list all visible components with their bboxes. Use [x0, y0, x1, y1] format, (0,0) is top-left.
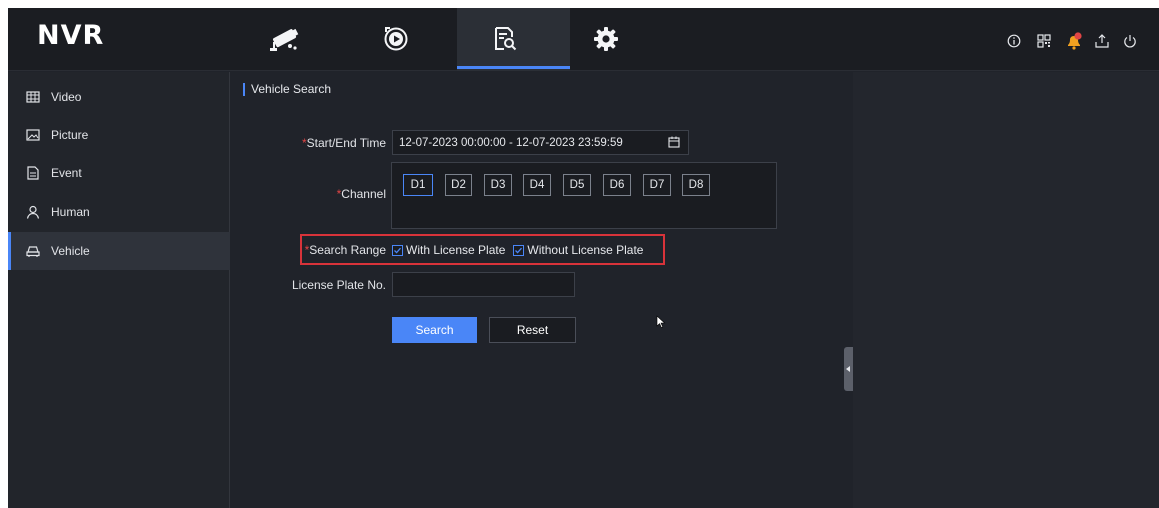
channel-d6[interactable]: D6	[603, 174, 631, 196]
calendar-icon[interactable]	[668, 136, 680, 148]
section-title: Vehicle Search	[243, 83, 331, 96]
channel-d4[interactable]: D4	[523, 174, 551, 196]
power-icon	[1124, 35, 1136, 48]
nav-tab-playback[interactable]	[376, 20, 416, 58]
result-panel	[853, 72, 1159, 508]
with-license-plate-checkbox[interactable]: With License Plate	[392, 243, 505, 257]
vehicle-search-panel: Vehicle Search *Start/End Time 12-07-202…	[231, 72, 848, 508]
reset-button[interactable]: Reset	[489, 317, 576, 343]
without-license-plate-checkbox[interactable]: Without License Plate	[513, 243, 643, 257]
qr-code-icon	[1037, 34, 1051, 48]
nav-tab-settings[interactable]	[586, 20, 626, 58]
sidebar-item-label: Vehicle	[51, 244, 90, 258]
checkbox-checked-icon	[513, 244, 525, 256]
channel-selector: D1 D2 D3 D4 D5 D6 D7 D8	[391, 162, 777, 229]
vehicle-icon	[26, 244, 40, 258]
video-icon	[26, 90, 40, 104]
start-end-time-label: *Start/End Time	[301, 136, 386, 150]
human-icon	[26, 205, 40, 219]
channel-d8[interactable]: D8	[682, 174, 710, 196]
app-logo: NVR	[37, 20, 105, 51]
search-range-options: With License Plate Without License Plate	[392, 243, 643, 257]
start-end-time-input[interactable]: 12-07-2023 00:00:00 - 12-07-2023 23:59:5…	[392, 130, 689, 155]
chevron-left-icon	[846, 366, 850, 372]
sidebar-item-label: Video	[51, 90, 82, 104]
file-search-icon	[495, 27, 517, 51]
alarm-button[interactable]	[1063, 32, 1085, 50]
channel-label: *Channel	[336, 187, 386, 201]
alarm-bell-icon	[1068, 32, 1082, 50]
nav-tab-file-search[interactable]	[485, 20, 525, 58]
sidebar-item-video[interactable]: Video	[8, 78, 230, 116]
power-button[interactable]	[1121, 32, 1139, 50]
search-range-label: *Search Range	[304, 243, 386, 257]
download-button[interactable]	[1093, 32, 1111, 50]
qr-code-button[interactable]	[1035, 32, 1053, 50]
channel-d7[interactable]: D7	[643, 174, 671, 196]
nvr-window: NVR Video Picture Event Human Vehicle Ve…	[8, 8, 1159, 508]
sidebar-item-human[interactable]: Human	[8, 193, 230, 231]
license-plate-label: License Plate No.	[291, 278, 386, 292]
nav-tab-live-view[interactable]	[265, 20, 305, 58]
panel-collapse-handle[interactable]	[844, 347, 853, 391]
start-end-time-value: 12-07-2023 00:00:00 - 12-07-2023 23:59:5…	[399, 136, 623, 149]
info-button[interactable]	[1005, 32, 1023, 50]
sidebar: Video Picture Event Human Vehicle	[8, 72, 230, 508]
channel-d2[interactable]: D2	[445, 174, 472, 196]
sidebar-item-label: Human	[51, 205, 90, 219]
license-plate-input[interactable]	[392, 272, 575, 297]
sidebar-item-picture[interactable]: Picture	[8, 116, 230, 154]
channel-d1[interactable]: D1	[403, 174, 433, 196]
nav-tab-underline	[457, 66, 570, 69]
sidebar-item-vehicle[interactable]: Vehicle	[8, 232, 230, 270]
top-bar: NVR	[8, 8, 1159, 71]
picture-icon	[26, 128, 40, 142]
sidebar-item-event[interactable]: Event	[8, 154, 230, 192]
gear-icon	[594, 27, 618, 51]
sidebar-item-label: Picture	[51, 128, 89, 142]
channel-d5[interactable]: D5	[563, 174, 591, 196]
download-icon	[1095, 34, 1109, 48]
checkbox-label: With License Plate	[406, 243, 506, 257]
checkbox-checked-icon	[392, 244, 403, 256]
sidebar-item-label: Event	[51, 166, 82, 180]
event-icon	[26, 166, 40, 180]
playback-icon	[384, 27, 408, 51]
mouse-cursor-icon	[656, 315, 666, 328]
channel-d3[interactable]: D3	[484, 174, 512, 196]
search-button[interactable]: Search	[392, 317, 477, 343]
info-icon	[1007, 34, 1021, 48]
checkbox-label: Without License Plate	[527, 243, 644, 257]
camera-icon	[270, 28, 299, 51]
